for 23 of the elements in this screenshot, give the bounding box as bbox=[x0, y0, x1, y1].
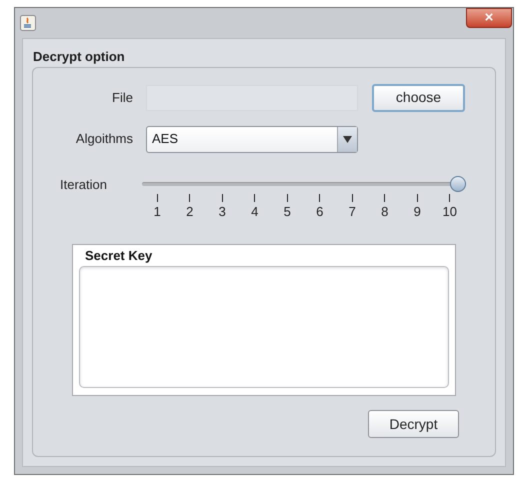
tick-label: 10 bbox=[442, 203, 457, 221]
file-label: File bbox=[111, 88, 134, 107]
tick-label: 2 bbox=[186, 203, 194, 221]
tick-label: 3 bbox=[218, 203, 226, 221]
tick-label: 6 bbox=[316, 203, 324, 221]
iteration-slider[interactable] bbox=[142, 176, 466, 192]
tick-label: 4 bbox=[251, 203, 258, 221]
group-title: Decrypt option bbox=[33, 49, 125, 65]
iteration-label: Iteration bbox=[59, 176, 108, 194]
secret-key-text-area[interactable] bbox=[79, 266, 449, 388]
algorithm-label: Algoithms bbox=[74, 130, 134, 148]
slider-thumb[interactable] bbox=[450, 176, 466, 192]
secret-key-title: Secret Key bbox=[85, 248, 152, 264]
dropdown-arrow-icon bbox=[343, 136, 352, 142]
tick-label: 5 bbox=[284, 203, 291, 221]
choose-button[interactable]: choose bbox=[372, 84, 465, 112]
algorithm-dropdown[interactable]: AES bbox=[146, 126, 358, 152]
tick-label: 8 bbox=[381, 203, 388, 221]
tick-label: 9 bbox=[414, 203, 421, 221]
app-icon bbox=[20, 15, 36, 31]
tick-label: 1 bbox=[154, 203, 161, 221]
decrypt-button[interactable]: Decrypt bbox=[368, 410, 459, 438]
tick-label: 7 bbox=[348, 203, 356, 221]
